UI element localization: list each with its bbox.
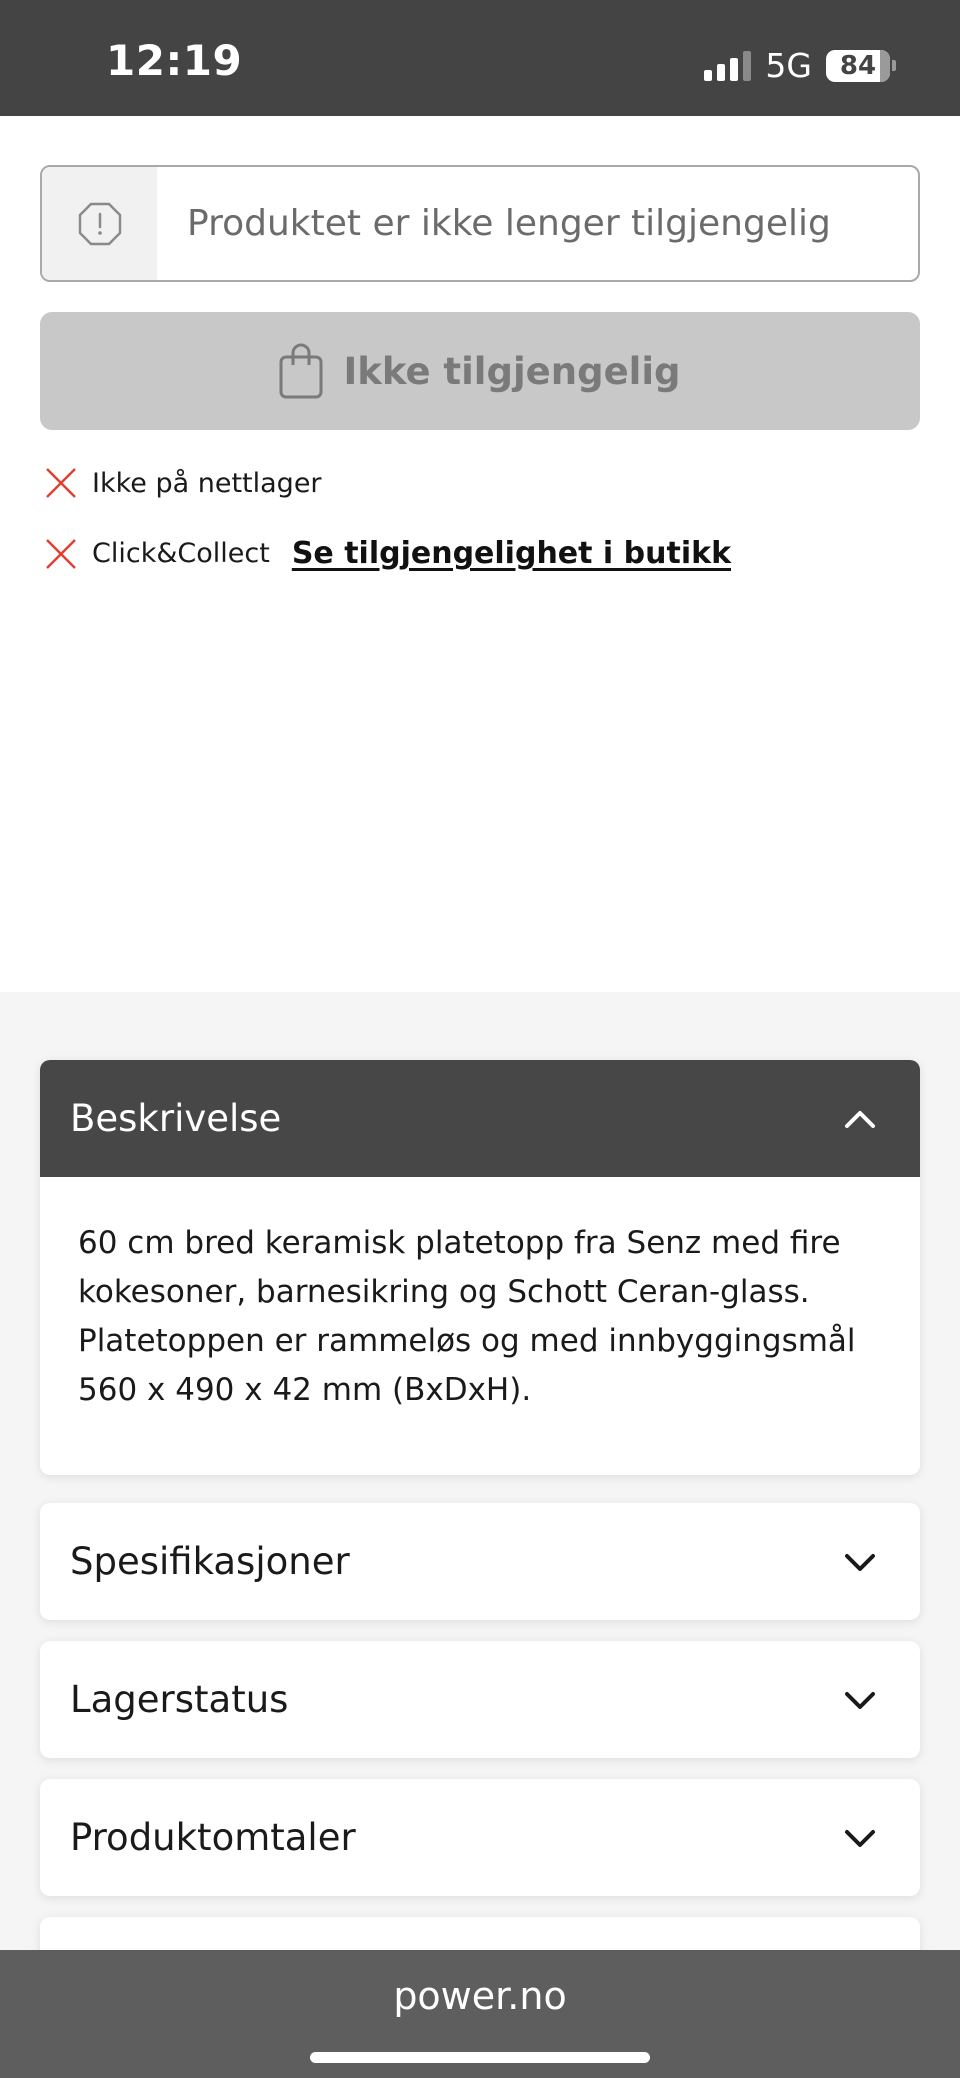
store-availability-link[interactable]: Se tilgjengelighet i butikk <box>292 536 731 571</box>
reviews-accordion: Produktomtaler <box>40 1779 920 1896</box>
specifications-accordion-header[interactable]: Spesifikasjoner <box>40 1503 920 1620</box>
chevron-down-icon <box>845 1553 875 1571</box>
stock-status-accordion: Lagerstatus <box>40 1641 920 1758</box>
specifications-title: Spesifikasjoner <box>70 1540 350 1583</box>
cellular-signal-icon <box>704 50 752 81</box>
specifications-accordion: Spesifikasjoner <box>40 1503 920 1620</box>
close-icon <box>46 468 76 498</box>
status-indicators: 5G 84 <box>704 46 896 85</box>
unavailable-cart-button[interactable]: Ikke tilgjengelig <box>40 312 920 430</box>
description-title: Beskrivelse <box>70 1097 282 1140</box>
reviews-accordion-header[interactable]: Produktomtaler <box>40 1779 920 1896</box>
description-accordion: Beskrivelse 60 cm bred keramisk platetop… <box>40 1060 920 1475</box>
click-collect-row: Click&Collect Se tilgjengelighet i butik… <box>44 536 731 571</box>
battery-level: 84 <box>839 50 877 81</box>
chevron-down-icon <box>845 1691 875 1709</box>
url-label: power.no <box>393 1974 567 2018</box>
alert-octagon-icon <box>78 202 121 245</box>
reviews-title: Produktomtaler <box>70 1816 356 1859</box>
stock-status-accordion-header[interactable]: Lagerstatus <box>40 1641 920 1758</box>
home-indicator[interactable] <box>310 2052 650 2063</box>
click-collect-label: Click&Collect <box>92 538 270 569</box>
description-accordion-header[interactable]: Beskrivelse <box>40 1060 920 1177</box>
unavailable-button-label: Ikke tilgjengelig <box>343 349 681 393</box>
status-bar: 12:19 5G 84 <box>0 0 960 116</box>
browser-url-bar[interactable]: power.no <box>0 1950 960 2078</box>
shopping-bag-icon <box>279 343 323 399</box>
notice-text: Produktet er ikke lenger tilgjengelig <box>187 203 831 244</box>
unavailable-notice: Produktet er ikke lenger tilgjengelig <box>40 165 920 282</box>
network-type: 5G <box>765 46 812 85</box>
online-availability-row: Ikke på nettlager <box>44 466 322 500</box>
chevron-down-icon <box>845 1829 875 1847</box>
chevron-up-icon <box>845 1110 875 1128</box>
close-icon <box>46 538 76 569</box>
battery-icon: 84 <box>826 49 896 82</box>
description-body: 60 cm bred keramisk platetopp fra Senz m… <box>78 1225 856 1408</box>
status-time: 12:19 <box>106 36 243 85</box>
online-availability-label: Ikke på nettlager <box>92 467 322 499</box>
notice-icon-box <box>42 167 157 280</box>
stock-status-title: Lagerstatus <box>70 1678 289 1721</box>
